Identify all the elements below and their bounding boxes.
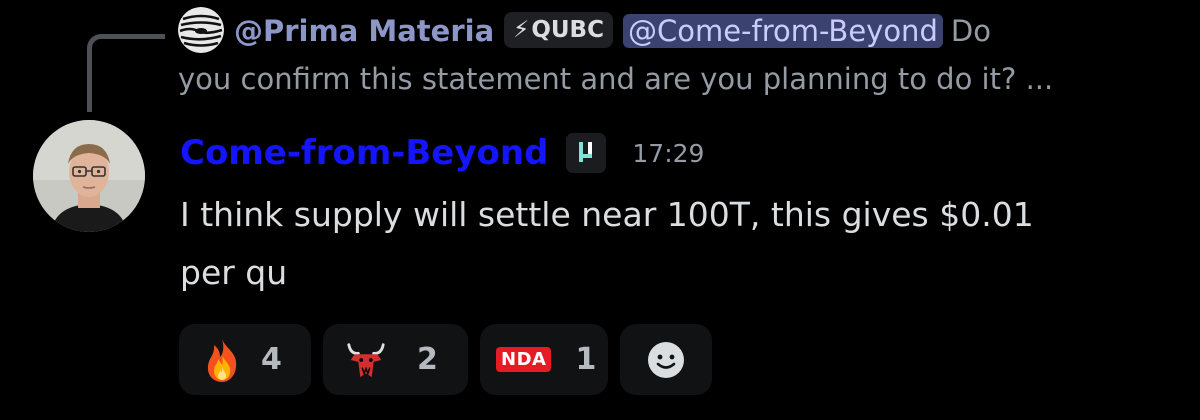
reply-author-avatar[interactable] — [178, 7, 224, 53]
reactions-bar: 4 2 NDA 1 — [179, 324, 712, 395]
reaction-nda-count: 1 — [575, 342, 597, 377]
message-header: Come-from-Beyond 17:29 — [180, 130, 704, 176]
role-icon[interactable] — [566, 133, 607, 173]
nda-icon: NDA — [496, 347, 552, 372]
server-tag-badge[interactable]: ⚡QUBC — [504, 12, 613, 48]
reaction-nda[interactable]: NDA 1 — [480, 324, 608, 395]
message-text-line2: per qu — [180, 253, 288, 292]
bull-icon — [345, 337, 387, 383]
reply-preview[interactable]: @Prima Materia ⚡QUBC @Come-from-Beyond Do yo… — [178, 7, 1178, 103]
reaction-bull-count: 2 — [417, 342, 438, 377]
fire-icon — [201, 337, 243, 383]
message-author-name[interactable]: Come-from-Beyond — [180, 133, 548, 173]
reply-author-name[interactable]: @Prima Materia — [234, 14, 494, 48]
message-content: I think supply will settle near 100T, th… — [180, 186, 1160, 302]
user-mention[interactable]: @Come-from-Beyond — [622, 14, 943, 48]
reaction-fire[interactable]: 4 — [179, 324, 311, 395]
message-text-line1: I think supply will settle near 100T, th… — [180, 195, 1034, 234]
server-tag-label: QUBC — [531, 17, 604, 43]
reaction-fire-count: 4 — [261, 342, 282, 377]
message-timestamp[interactable]: 17:29 — [632, 139, 704, 168]
smiley-icon — [648, 341, 684, 378]
lightning-icon: ⚡ — [513, 17, 530, 43]
reply-connector — [87, 34, 165, 112]
reply-text-rest: you confirm this statement and are you p… — [178, 62, 1054, 96]
reply-text-start: Do — [950, 14, 991, 48]
add-reaction-button[interactable] — [620, 324, 712, 395]
reaction-bull[interactable]: 2 — [323, 324, 468, 395]
author-avatar[interactable] — [33, 120, 145, 232]
